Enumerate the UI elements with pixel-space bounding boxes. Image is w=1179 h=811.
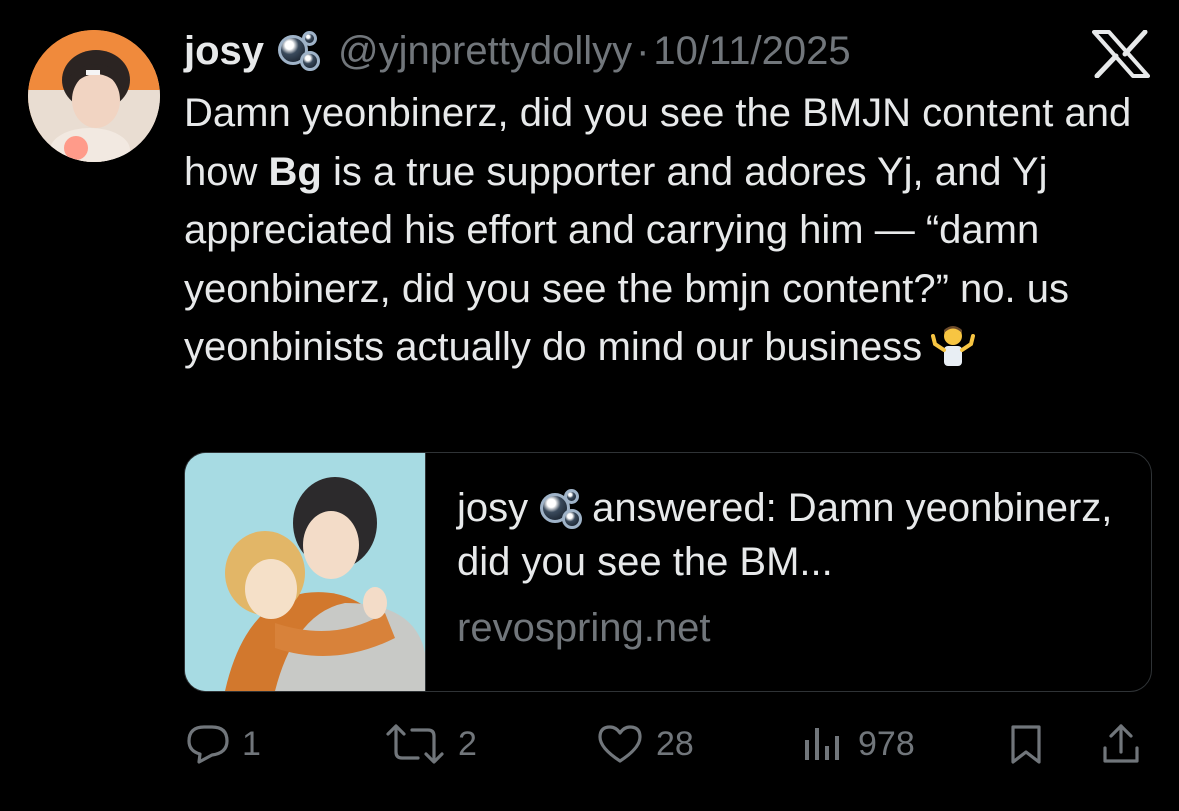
link-card-domain: revospring.net <box>457 606 711 650</box>
like-icon <box>598 725 642 763</box>
views-count: 978 <box>858 724 915 763</box>
bookmark-icon <box>1011 725 1041 764</box>
views-button[interactable]: 978 <box>800 724 915 764</box>
reply-button[interactable]: 1 <box>186 724 261 764</box>
author-handle[interactable]: @yjnprettydollyy <box>338 29 632 74</box>
tweet-text-bold: Bg <box>268 149 322 194</box>
avatar[interactable] <box>28 30 160 162</box>
tweet-text: Damn yeonbinerz, did you see the BMJN co… <box>184 84 1134 377</box>
views-icon <box>805 728 839 760</box>
link-card-text: josy answered: Damn yeonbinerz, did you s… <box>457 481 1137 655</box>
like-button[interactable]: 28 <box>596 724 694 764</box>
bubbles-emoji <box>276 31 324 71</box>
link-card-author: josy <box>457 486 529 530</box>
share-icon <box>1103 724 1139 763</box>
repost-count: 2 <box>458 724 477 763</box>
separator: · <box>636 28 650 73</box>
link-card-title: josy answered: Damn yeonbinerz, did you s… <box>457 481 1137 589</box>
link-card[interactable]: josy answered: Damn yeonbinerz, did you s… <box>184 452 1152 692</box>
tweet-header: josy @yjnprettydollyy · 10/11/2025 <box>184 26 851 76</box>
like-count: 28 <box>656 724 694 763</box>
reply-count: 1 <box>242 724 261 763</box>
avatar-image <box>28 30 160 162</box>
action-bar: 1 2 28 978 <box>0 712 1179 776</box>
bubbles-emoji <box>538 489 583 529</box>
author-name[interactable]: josy <box>184 29 264 74</box>
person-shrugging-emoji <box>931 326 976 366</box>
share-button[interactable] <box>1100 722 1142 766</box>
link-card-image <box>185 453 426 691</box>
repost-icon <box>386 724 444 764</box>
repost-button[interactable]: 2 <box>384 724 477 764</box>
bookmark-button[interactable] <box>1008 724 1044 766</box>
x-logo-icon <box>1092 30 1150 78</box>
reply-icon <box>187 725 229 764</box>
tweet-date[interactable]: 10/11/2025 <box>653 29 850 74</box>
